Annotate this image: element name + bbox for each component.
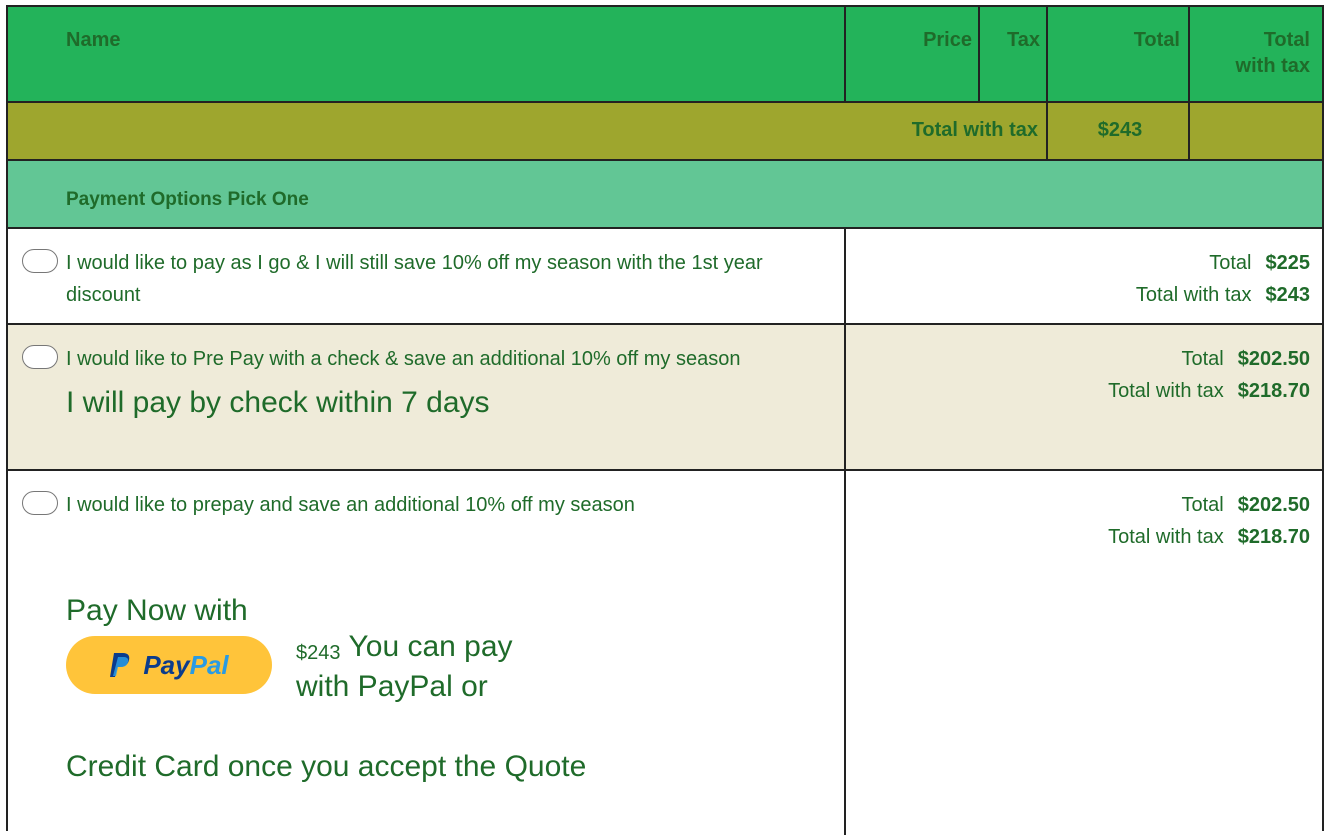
table-header: Name Price Tax Total Total with tax <box>8 7 1322 103</box>
paypal-word-pay: Pay <box>143 649 190 680</box>
pay-now-label: Pay Now with <box>66 594 248 627</box>
check-note: I will pay by check within 7 days <box>66 386 490 419</box>
header-total: Total <box>1133 29 1180 51</box>
divider <box>978 7 980 101</box>
divider <box>844 325 846 469</box>
divider <box>1046 103 1048 159</box>
total-label: Total <box>1181 348 1224 370</box>
total-label: Total <box>1209 252 1252 274</box>
payment-options-header: Payment Options Pick One <box>8 161 1322 229</box>
option-radio[interactable] <box>22 345 58 369</box>
paypal-word-pal: Pal <box>189 649 229 680</box>
total-value: $202.50 <box>1237 348 1310 370</box>
divider <box>1046 7 1048 101</box>
header-price: Price <box>923 29 972 51</box>
payment-option-prepay-check: I would like to Pre Pay with a check & s… <box>8 325 1322 471</box>
total-label: Total <box>1181 494 1224 516</box>
payment-option-prepay-paypal: I would like to prepay and save an addit… <box>8 471 1322 835</box>
option-summary: Total $202.50 Total with tax $218.70 <box>1108 489 1310 553</box>
paypal-logo-icon <box>110 653 130 677</box>
total-with-tax-label: Total with tax <box>1135 284 1252 306</box>
total-value: $225 <box>1265 252 1311 274</box>
divider <box>1188 103 1190 159</box>
divider <box>844 471 846 835</box>
option-description: I would like to Pre Pay with a check & s… <box>66 348 741 370</box>
option-text: I would like to Pre Pay with a check & s… <box>66 343 826 423</box>
option-summary: Total $202.50 Total with tax $218.70 <box>1108 343 1310 407</box>
quote-table: Name Price Tax Total Total with tax Tota… <box>6 5 1324 835</box>
option-radio[interactable] <box>22 249 58 273</box>
paypal-message-line1: You can pay <box>348 630 513 663</box>
paypal-message: $243 You can pay with PayPal or <box>296 627 696 707</box>
header-tax: Tax <box>1007 29 1040 51</box>
option-radio[interactable] <box>22 491 58 515</box>
summary-value: $243 <box>1097 119 1143 141</box>
paypal-amount: $243 <box>296 642 341 664</box>
summary-label: Total with tax <box>911 119 1038 141</box>
header-name: Name <box>66 29 121 51</box>
option-text: I would like to pay as I go & I will sti… <box>66 252 763 306</box>
option-text: I would like to prepay and save an addit… <box>66 494 635 516</box>
total-value: $202.50 <box>1237 494 1310 516</box>
paypal-message-line2: with PayPal or <box>296 670 488 703</box>
option-summary: Total $225 Total with tax $243 <box>1136 247 1310 311</box>
payment-options-title: Payment Options Pick One <box>66 189 309 210</box>
total-with-tax-value: $218.70 <box>1237 380 1310 402</box>
header-total-with-tax-line2: with tax <box>1235 55 1310 77</box>
paypal-button[interactable]: Pay Pal <box>66 636 272 694</box>
header-total-with-tax-line1: Total <box>1263 29 1310 51</box>
total-with-tax-value: $218.70 <box>1237 526 1310 548</box>
divider <box>844 7 846 101</box>
total-with-tax-row: Total with tax $243 <box>8 103 1322 161</box>
total-with-tax-label: Total with tax <box>1108 380 1224 402</box>
paypal-message-line3: Credit Card once you accept the Quote <box>66 750 587 783</box>
total-with-tax-value: $243 <box>1265 284 1311 306</box>
total-with-tax-label: Total with tax <box>1108 526 1224 548</box>
header-total-with-tax: Total with tax <box>1194 27 1310 79</box>
payment-option-pay-as-you-go: I would like to pay as I go & I will sti… <box>8 229 1322 325</box>
divider <box>1188 7 1190 101</box>
divider <box>844 229 846 323</box>
